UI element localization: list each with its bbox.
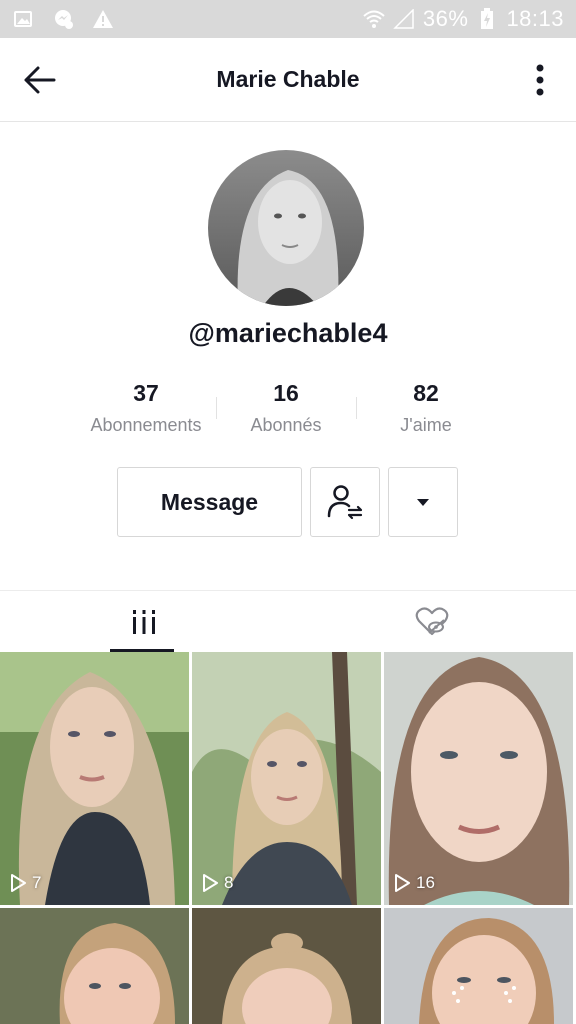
profile-stats: 37 Abonnements 16 Abonnés 82 J'aime — [76, 380, 496, 440]
caret-down-icon — [417, 499, 429, 506]
signal-icon — [393, 8, 415, 30]
heart-hidden-icon — [415, 607, 449, 636]
status-bar: 36% 18:13 — [0, 0, 576, 38]
play-icon — [203, 874, 218, 892]
profile-header: Marie Chable — [0, 38, 576, 122]
stat-value: 16 — [273, 380, 299, 406]
video-thumbnail[interactable] — [384, 908, 573, 1024]
view-count: 16 — [394, 873, 435, 893]
vertical-dots-icon — [536, 64, 544, 96]
gallery-icon — [12, 8, 34, 30]
video-thumbnail[interactable]: 16 — [384, 652, 573, 905]
view-count: 7 — [10, 873, 41, 893]
message-button[interactable]: Message — [117, 467, 302, 537]
warning-icon — [92, 8, 114, 30]
profile-actions: Message — [117, 467, 458, 537]
video-thumbnail[interactable] — [192, 908, 381, 1024]
more-suggestions-dropdown[interactable] — [388, 467, 458, 537]
view-count-value: 16 — [416, 873, 435, 892]
play-icon — [395, 874, 410, 892]
tab-videos[interactable] — [0, 591, 288, 653]
view-count-value: 7 — [32, 873, 42, 892]
username: @mariechable4 — [188, 318, 388, 348]
video-grid: 7 8 16 — [0, 652, 576, 1024]
stat-label: J'aime — [400, 415, 452, 435]
video-thumbnail[interactable]: 7 — [0, 652, 189, 905]
more-options-button[interactable] — [534, 62, 546, 98]
stat-label: Abonnements — [90, 415, 202, 435]
battery-charging-icon — [476, 8, 498, 30]
view-count: 8 — [202, 873, 233, 893]
view-count-value: 8 — [224, 873, 234, 892]
messenger-icon — [52, 8, 74, 30]
system-indicators: 36% 18:13 — [363, 6, 564, 32]
clock: 18:13 — [506, 6, 564, 31]
stat-likes: 82 J'aime — [356, 380, 496, 440]
stat-followers[interactable]: 16 Abonnés — [216, 380, 356, 440]
stat-label: Abonnés — [250, 415, 322, 435]
video-thumbnail[interactable]: 8 — [192, 652, 381, 905]
tab-liked[interactable] — [288, 591, 576, 653]
video-thumbnail[interactable] — [0, 908, 189, 1024]
battery-percent: 36% — [422, 6, 469, 31]
play-icon — [11, 874, 26, 892]
content-tabs — [0, 590, 576, 652]
stat-value: 82 — [413, 380, 439, 406]
notification-icons — [12, 8, 114, 30]
stat-value: 37 — [133, 380, 159, 406]
user-swap-icon — [327, 485, 363, 520]
avatar[interactable] — [208, 150, 364, 306]
wifi-icon — [363, 8, 385, 30]
grid-bars-icon — [133, 610, 155, 634]
page-title: Marie Chable — [216, 66, 360, 92]
stat-following[interactable]: 37 Abonnements — [76, 380, 216, 440]
follow-button[interactable] — [310, 467, 380, 537]
